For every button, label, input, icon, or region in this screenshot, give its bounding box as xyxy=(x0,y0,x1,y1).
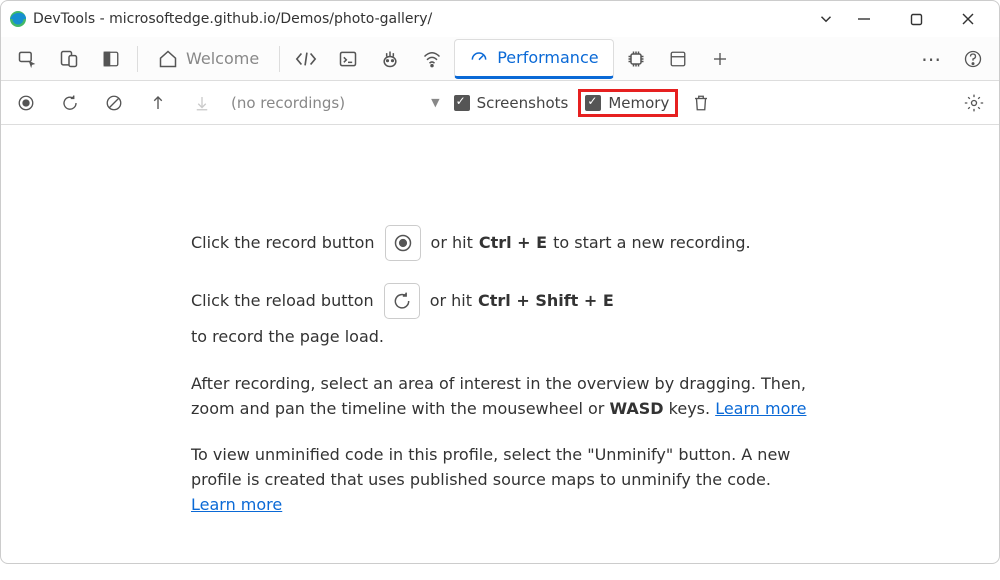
load-profile-button[interactable] xyxy=(143,88,173,118)
instruction-unminify: To view unminified code in this profile,… xyxy=(191,443,809,517)
memory-label: Memory xyxy=(608,94,669,112)
collect-garbage-button[interactable] xyxy=(686,88,716,118)
new-tab-button[interactable] xyxy=(700,39,740,79)
window-maximize-button[interactable] xyxy=(893,3,939,35)
tab-network[interactable] xyxy=(412,39,452,79)
tab-welcome-label: Welcome xyxy=(186,49,259,68)
instruction-overview: After recording, select an area of inter… xyxy=(191,372,809,422)
text: Click the reload button xyxy=(191,289,374,314)
memory-checkbox[interactable]: Memory xyxy=(578,89,678,117)
record-icon-button xyxy=(385,225,421,261)
keyboard-shortcut: Ctrl + Shift + E xyxy=(478,289,614,314)
tab-memory[interactable] xyxy=(616,39,656,79)
record-button[interactable] xyxy=(11,88,41,118)
tab-welcome[interactable]: Welcome xyxy=(144,39,273,79)
device-toggle-button[interactable] xyxy=(49,39,89,79)
tab-sources[interactable] xyxy=(370,39,410,79)
tab-performance-label: Performance xyxy=(497,48,598,67)
tab-console[interactable] xyxy=(328,39,368,79)
recordings-dropdown[interactable]: (no recordings) ▼ xyxy=(231,94,440,112)
inspect-element-button[interactable] xyxy=(7,39,47,79)
save-profile-button[interactable] xyxy=(187,88,217,118)
window-minimize-button[interactable] xyxy=(841,3,887,35)
learn-more-link[interactable]: Learn more xyxy=(191,495,282,514)
chevron-down-icon[interactable] xyxy=(817,10,835,28)
reload-button[interactable] xyxy=(55,88,85,118)
checkbox-checked-icon xyxy=(585,95,601,111)
tab-elements[interactable] xyxy=(286,39,326,79)
performance-toolbar: (no recordings) ▼ Screenshots Memory xyxy=(1,81,999,125)
settings-gear-icon[interactable] xyxy=(959,88,989,118)
text: or hit xyxy=(431,231,473,256)
text: or hit xyxy=(430,289,472,314)
tab-application[interactable] xyxy=(658,39,698,79)
window-title: DevTools - microsoftedge.github.io/Demos… xyxy=(33,11,432,27)
keyboard-shortcut: Ctrl + E xyxy=(479,231,547,256)
dock-side-button[interactable] xyxy=(91,39,131,79)
window-close-button[interactable] xyxy=(945,3,991,35)
dropdown-caret-icon: ▼ xyxy=(431,96,439,109)
recordings-dropdown-label: (no recordings) xyxy=(231,94,345,112)
clear-button[interactable] xyxy=(99,88,129,118)
keyboard-shortcut: WASD xyxy=(609,399,663,418)
text: To view unminified code in this profile,… xyxy=(191,445,790,489)
learn-more-link[interactable]: Learn more xyxy=(715,399,806,418)
window-titlebar: DevTools - microsoftedge.github.io/Demos… xyxy=(1,1,999,37)
screenshots-label: Screenshots xyxy=(477,94,569,112)
instruction-record: Click the record button or hit Ctrl + E … xyxy=(191,225,809,261)
checkbox-checked-icon xyxy=(454,95,470,111)
more-tools-button[interactable]: ⋯ xyxy=(911,39,951,79)
help-button[interactable] xyxy=(953,39,993,79)
instruction-reload: Click the reload button or hit Ctrl + Sh… xyxy=(191,283,809,350)
text: Click the record button xyxy=(191,231,375,256)
app-icon xyxy=(9,10,27,28)
text: to record the page load. xyxy=(191,325,384,350)
reload-icon-button xyxy=(384,283,420,319)
performance-instructions: Click the record button or hit Ctrl + E … xyxy=(1,125,999,580)
tab-performance[interactable]: Performance xyxy=(454,39,613,79)
text: to start a new recording. xyxy=(553,231,750,256)
devtools-tabbar: Welcome Performance ⋯ xyxy=(1,37,999,81)
screenshots-checkbox[interactable]: Screenshots xyxy=(454,94,569,112)
text: keys. xyxy=(664,399,716,418)
